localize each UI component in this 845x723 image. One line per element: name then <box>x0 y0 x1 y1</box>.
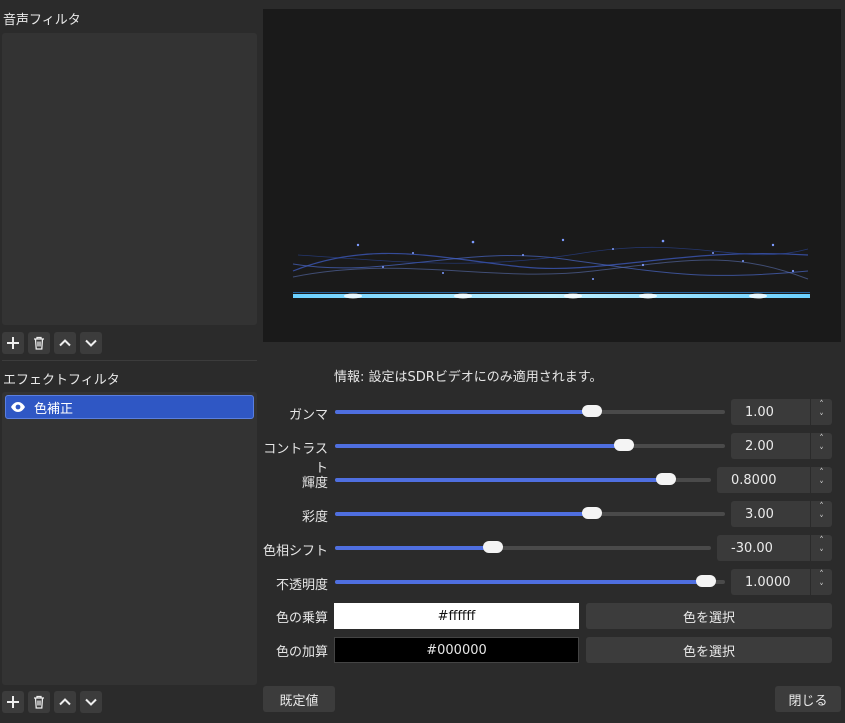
contrast-value[interactable]: 2.00 <box>731 433 810 459</box>
saturation-slider-handle[interactable] <box>582 507 603 519</box>
saturation-label: 彩度 <box>301 510 328 525</box>
remove-audio-filter-button[interactable] <box>28 332 50 354</box>
hue-shift-slider[interactable] <box>335 541 711 553</box>
chevron-up-icon[interactable]: ˄ <box>811 569 832 582</box>
chevron-down-icon[interactable]: ˅ <box>811 412 832 425</box>
saturation-spinbox[interactable]: 3.00 ˄ ˅ <box>731 501 832 527</box>
saturation-spin-arrows: ˄ ˅ <box>810 501 832 527</box>
saturation-slider[interactable] <box>335 507 725 519</box>
chevron-up-icon[interactable]: ˄ <box>811 467 832 480</box>
chevron-down-icon[interactable]: ˅ <box>811 582 832 595</box>
eye-icon[interactable] <box>10 401 26 413</box>
audio-filters-list[interactable] <box>2 33 257 325</box>
saturation-slider-fill <box>335 512 593 516</box>
multiply-color-value: #ffffff <box>437 608 476 624</box>
hue-shift-spinbox[interactable]: -30.00 ˄ ˅ <box>717 535 832 561</box>
sdr-info-text: 情報: 設定はSDRビデオにのみ適用されます。 <box>334 370 603 385</box>
chevron-down-icon <box>85 698 97 706</box>
add-audio-filter-button[interactable] <box>2 332 24 354</box>
opacity-slider-fill <box>335 580 706 584</box>
move-audio-filter-up-button[interactable] <box>54 332 76 354</box>
brightness-value[interactable]: 0.8000 <box>717 467 810 493</box>
gamma-slider-fill <box>335 410 593 414</box>
preview-image <box>292 238 810 299</box>
chevron-up-icon[interactable]: ˄ <box>811 501 832 514</box>
add-color-value: #000000 <box>426 642 487 658</box>
hue-shift-value[interactable]: -30.00 <box>717 535 810 561</box>
chevron-up-icon[interactable]: ˄ <box>811 399 832 412</box>
contrast-spin-arrows: ˄ ˅ <box>810 433 832 459</box>
add-effect-filter-button[interactable] <box>2 691 24 713</box>
source-preview <box>263 9 841 342</box>
chevron-down-icon[interactable]: ˅ <box>811 548 832 561</box>
gamma-spinbox[interactable]: 1.00 ˄ ˅ <box>731 399 832 425</box>
brightness-slider[interactable] <box>335 473 711 485</box>
contrast-spinbox[interactable]: 2.00 ˄ ˅ <box>731 433 832 459</box>
effect-filter-label: 色補正 <box>34 401 74 417</box>
saturation-value[interactable]: 3.00 <box>731 501 810 527</box>
plus-icon <box>7 696 19 708</box>
hue-shift-slider-handle[interactable] <box>482 541 503 553</box>
chevron-up-icon[interactable]: ˄ <box>811 433 832 446</box>
effect-filters-title: エフェクトフィルタ <box>3 373 120 388</box>
add-color-swatch: #000000 <box>334 637 579 663</box>
trash-icon <box>34 695 44 709</box>
effect-filters-list[interactable]: 色補正 <box>2 392 257 685</box>
move-audio-filter-down-button[interactable] <box>80 332 102 354</box>
add-color-label: 色の加算 <box>275 645 328 660</box>
brightness-slider-handle[interactable] <box>655 473 676 485</box>
opacity-slider-handle[interactable] <box>695 575 716 587</box>
opacity-spinbox[interactable]: 1.0000 ˄ ˅ <box>731 569 832 595</box>
chevron-down-icon <box>85 339 97 347</box>
move-effect-filter-down-button[interactable] <box>80 691 102 713</box>
hue-shift-slider-fill <box>335 546 493 550</box>
brightness-spin-arrows: ˄ ˅ <box>810 467 832 493</box>
contrast-slider[interactable] <box>335 439 725 451</box>
chevron-down-icon[interactable]: ˅ <box>811 514 832 527</box>
add-color-select-button[interactable]: 色を選択 <box>586 637 832 663</box>
brightness-label: 輝度 <box>301 476 328 491</box>
effect-filters-toolbar <box>2 691 102 713</box>
gamma-label: ガンマ <box>288 408 328 423</box>
gamma-spin-arrows: ˄ ˅ <box>810 399 832 425</box>
opacity-slider[interactable] <box>335 575 725 587</box>
hue-shift-label: 色相シフト <box>262 544 328 559</box>
audio-filters-toolbar <box>2 332 102 354</box>
chevron-up-icon <box>59 698 71 706</box>
gamma-slider[interactable] <box>335 405 725 417</box>
multiply-color-label: 色の乗算 <box>275 611 328 626</box>
chevron-down-icon[interactable]: ˅ <box>811 480 832 493</box>
panel-divider <box>2 360 257 361</box>
trash-icon <box>34 336 44 350</box>
multiply-color-select-button[interactable]: 色を選択 <box>586 603 832 629</box>
opacity-value[interactable]: 1.0000 <box>731 569 810 595</box>
move-effect-filter-up-button[interactable] <box>54 691 76 713</box>
contrast-slider-handle[interactable] <box>613 439 634 451</box>
brightness-slider-fill <box>335 478 666 482</box>
close-button[interactable]: 閉じる <box>775 686 841 712</box>
opacity-label: 不透明度 <box>275 578 328 593</box>
brightness-spinbox[interactable]: 0.8000 ˄ ˅ <box>717 467 832 493</box>
contrast-label: コントラスト <box>263 442 328 476</box>
chevron-down-icon[interactable]: ˅ <box>811 446 832 459</box>
gamma-slider-handle[interactable] <box>582 405 603 417</box>
chevron-up-icon <box>59 339 71 347</box>
effect-filter-item[interactable]: 色補正 <box>5 395 254 419</box>
opacity-spin-arrows: ˄ ˅ <box>810 569 832 595</box>
audio-filters-title: 音声フィルタ <box>3 13 81 28</box>
hue-shift-spin-arrows: ˄ ˅ <box>810 535 832 561</box>
multiply-color-swatch: #ffffff <box>334 603 579 629</box>
chevron-up-icon[interactable]: ˄ <box>811 535 832 548</box>
plus-icon <box>7 337 19 349</box>
defaults-button[interactable]: 既定値 <box>263 686 335 712</box>
contrast-slider-fill <box>335 444 624 448</box>
remove-effect-filter-button[interactable] <box>28 691 50 713</box>
gamma-value[interactable]: 1.00 <box>731 399 810 425</box>
